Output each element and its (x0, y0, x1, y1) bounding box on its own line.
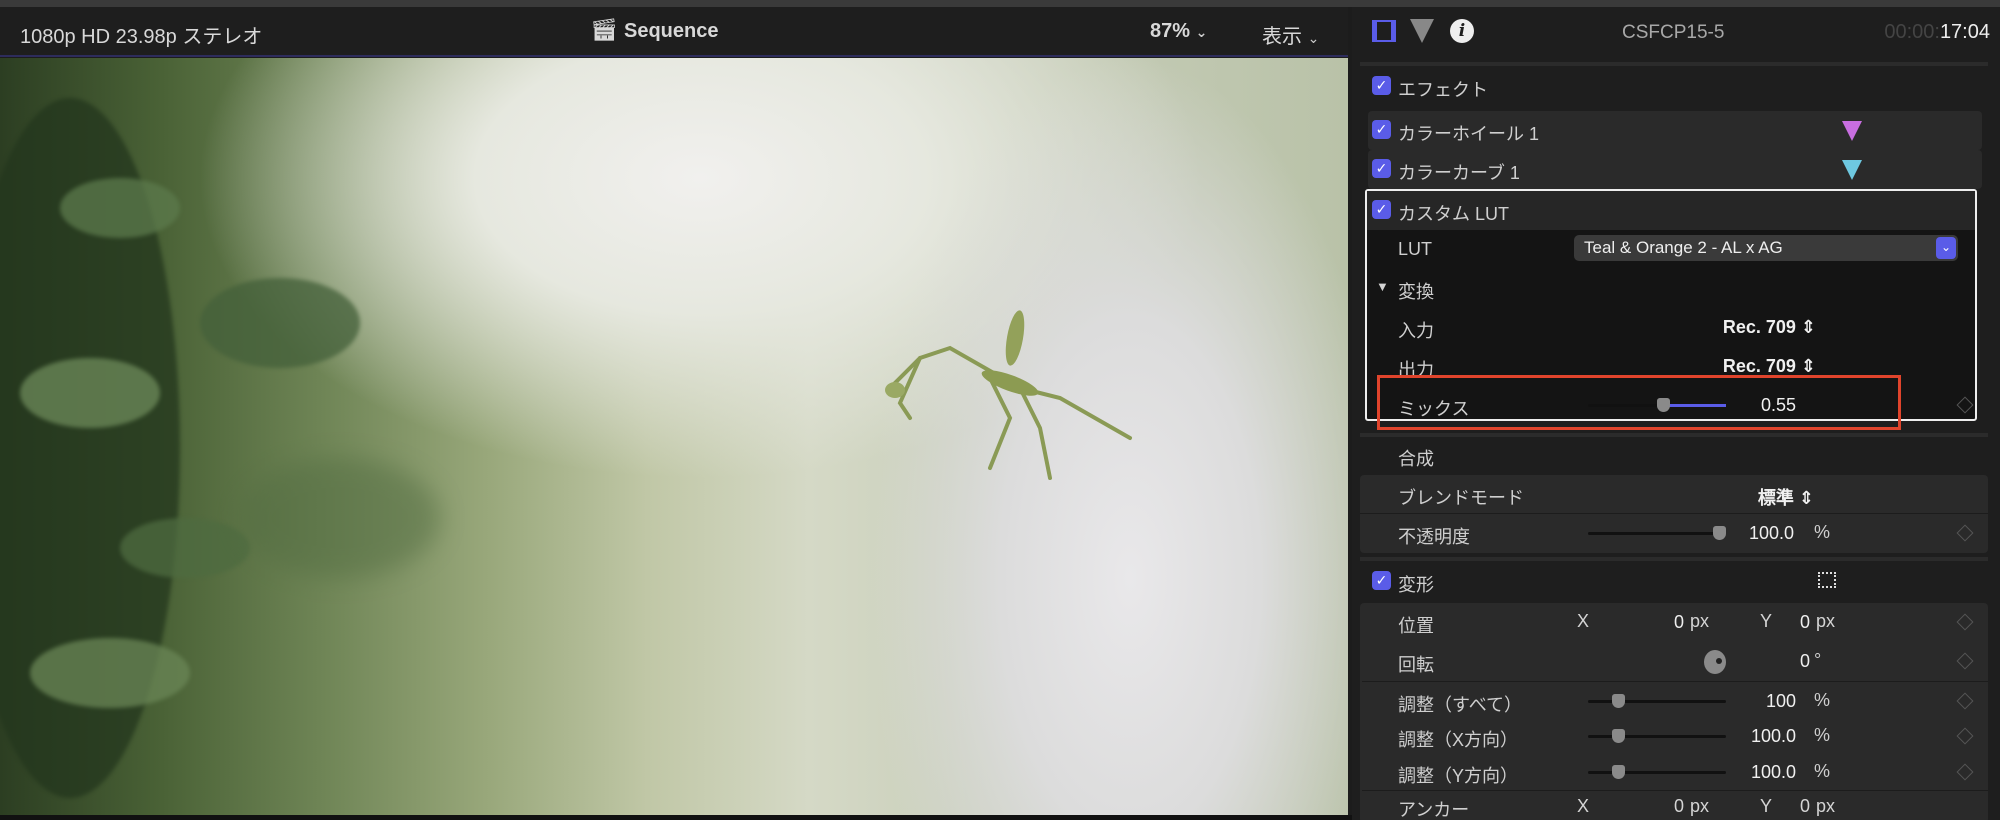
keyframe-diamond-icon[interactable] (1956, 613, 1974, 631)
effects-checkbox[interactable]: ✓ (1372, 76, 1391, 95)
inspector-header: i CSFCP15-5 00:00:17:04 (1352, 7, 2000, 59)
opacity-row: 不透明度 100.0 % (1360, 514, 1988, 553)
up-down-icon: ⇕ (1798, 488, 1814, 508)
chevron-down-icon: ⌄ (1307, 30, 1320, 46)
slider-knob[interactable] (1612, 694, 1625, 708)
disclosure-triangle-icon[interactable]: ▼ (1376, 279, 1389, 294)
effect-checkbox[interactable]: ✓ (1372, 200, 1391, 219)
effect-color-wheels[interactable]: ✓ カラーホイール 1 (1368, 111, 1982, 150)
effect-checkbox[interactable]: ✓ (1372, 159, 1391, 178)
anchor-row: アンカー X 0 px Y 0 px (1362, 790, 1988, 820)
format-info: 1080p HD 23.98p ステレオ (20, 26, 263, 48)
convert-group[interactable]: ▼ 変換 (1362, 269, 1988, 308)
keyframe-diamond-icon[interactable] (1956, 652, 1974, 670)
lut-row: LUT Teal & Orange 2 - AL x AG ⌄ (1362, 230, 1988, 269)
scale-x-row: 調整（X方向） 100.0 % (1362, 717, 1988, 756)
keyframe-diamond-icon[interactable] (1956, 727, 1974, 745)
zoom-menu[interactable]: 87% ⌄ (1150, 20, 1207, 43)
clip-name: CSFCP15-5 (1622, 22, 1725, 43)
rotation-dial[interactable] (1704, 650, 1726, 674)
rotation-row: 回転 0 ° (1362, 642, 1988, 681)
keyframe-diamond-icon[interactable] (1956, 524, 1974, 542)
opacity-slider[interactable] (1588, 526, 1726, 540)
window-bottom-edge (0, 815, 1352, 820)
scale-y-row: 調整（Y方向） 100.0 % (1362, 753, 1988, 792)
scale-all-slider[interactable] (1588, 694, 1726, 708)
blend-mode-row: ブレンドモード 標準 ⇕ (1360, 475, 1988, 514)
output-colorspace-select[interactable]: Rec. 709 ⇕ (1723, 356, 1816, 377)
timecode: 00:00:17:04 (1884, 21, 1990, 43)
effect-color-curves[interactable]: ✓ カラーカーブ 1 (1368, 150, 1982, 189)
color-triangle-icon (1842, 160, 1862, 180)
keyframe-diamond-icon[interactable] (1956, 396, 1974, 414)
slider-knob[interactable] (1612, 765, 1625, 779)
keyframe-diamond-icon[interactable] (1956, 763, 1974, 781)
film-icon[interactable] (1372, 20, 1396, 42)
composite-section: 合成 (1398, 449, 1434, 469)
highlight-box (1377, 375, 1901, 430)
viewer-toolbar: 1080p HD 23.98p ステレオ 🎬︎ Sequence 87% ⌄ 表… (0, 7, 1348, 57)
mantis-subject (885, 310, 1132, 480)
inspector-panel: i CSFCP15-5 00:00:17:04 ✓ エフェクト ✓ カラーホイー… (1352, 7, 2000, 820)
view-menu[interactable]: 表示 ⌄ (1262, 20, 1319, 49)
effect-checkbox[interactable]: ✓ (1372, 120, 1391, 139)
sequence-name: Sequence (624, 20, 719, 42)
video-viewer[interactable] (0, 58, 1348, 815)
slider-knob[interactable] (1612, 729, 1625, 743)
color-triangle-icon (1842, 121, 1862, 141)
input-colorspace-select[interactable]: Rec. 709 ⇕ (1723, 317, 1816, 338)
clapperboard-icon: 🎬︎ (590, 17, 618, 42)
color-triangle-icon[interactable] (1410, 19, 1434, 43)
info-icon[interactable]: i (1450, 19, 1474, 43)
transform-overlay-icon[interactable] (1818, 572, 1836, 588)
position-row: 位置 X 0 px Y 0 px (1362, 603, 1988, 642)
effect-custom-lut[interactable]: ✓ カスタム LUT (1367, 191, 1975, 230)
lut-select[interactable]: Teal & Orange 2 - AL x AG ⌄ (1574, 235, 1958, 261)
keyframe-diamond-icon[interactable] (1956, 692, 1974, 710)
transform-section: ✓ 変形 (1362, 562, 1988, 601)
slider-knob[interactable] (1713, 526, 1726, 540)
window-top-edge (0, 0, 2000, 7)
scale-y-slider[interactable] (1588, 765, 1726, 779)
effects-section: ✓ エフェクト (1362, 67, 1988, 106)
blend-mode-select[interactable]: 標準 ⇕ (1758, 484, 1814, 510)
transform-checkbox[interactable]: ✓ (1372, 571, 1391, 590)
scale-x-slider[interactable] (1588, 729, 1726, 743)
up-down-icon: ⇕ (1800, 356, 1816, 376)
up-down-icon: ⇕ (1800, 317, 1816, 337)
chevron-down-icon: ⌄ (1936, 237, 1956, 259)
input-colorspace-row: 入力 Rec. 709 ⇕ (1398, 317, 1816, 341)
scale-all-row: 調整（すべて） 100 % (1362, 681, 1988, 720)
chevron-down-icon: ⌄ (1195, 24, 1208, 40)
